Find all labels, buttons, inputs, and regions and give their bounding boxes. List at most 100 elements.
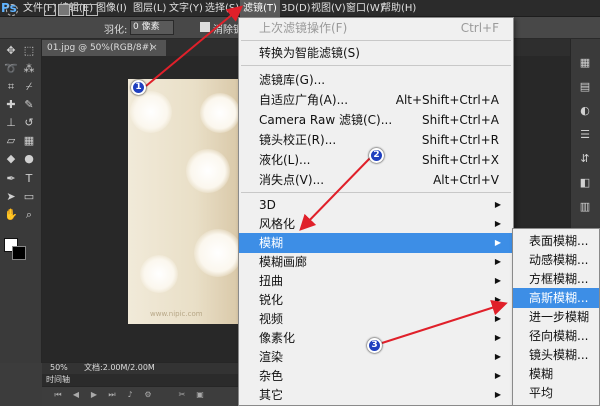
filter-menu-item-sharpen[interactable]: 锐化 ▶	[239, 290, 513, 310]
chevron-right-icon: ▶	[494, 276, 501, 285]
first-frame-icon[interactable]: ⏮	[52, 390, 64, 400]
add-selection-icon[interactable]	[58, 4, 70, 16]
blur-submenu-item-lens[interactable]: 镜头模糊...	[513, 345, 599, 365]
panel-color-icon[interactable]: ▦	[578, 56, 592, 70]
settings-icon[interactable]: ⚙	[142, 390, 154, 400]
menu-select[interactable]: 选择(S)	[205, 0, 239, 17]
pen-icon[interactable]: ✒	[4, 172, 18, 186]
history-brush-icon[interactable]: ↺	[22, 116, 36, 130]
eyedropper-icon[interactable]: ⌿	[22, 80, 36, 94]
timeline-label[interactable]: 时间轴	[46, 374, 70, 386]
eraser-icon[interactable]: ▱	[4, 134, 18, 148]
zoom-level[interactable]: 50%	[50, 362, 68, 374]
menu-filter[interactable]: 滤镜(T)	[240, 0, 280, 17]
feather-input[interactable]: 0 像素	[130, 20, 174, 35]
menu-view[interactable]: 视图(V)	[311, 0, 346, 17]
subtract-selection-icon[interactable]	[72, 4, 84, 16]
marquee-preset-icon[interactable]	[6, 4, 18, 16]
menu-layer[interactable]: 图层(L)	[133, 0, 166, 17]
blur-tool-icon[interactable]: ◆	[4, 152, 18, 166]
blur-submenu-item-motion[interactable]: 动感模糊...	[513, 250, 599, 270]
intersect-selection-icon[interactable]	[86, 4, 98, 16]
blur-submenu-item-gaussian[interactable]: 高斯模糊...	[513, 288, 599, 308]
chevron-right-icon: ▶	[494, 257, 501, 266]
gradient-icon[interactable]: ▦	[22, 134, 36, 148]
filter-menu-item-distort[interactable]: 扭曲 ▶	[239, 271, 513, 291]
menu-item-shortcut: Shift+Ctrl+R	[421, 133, 499, 147]
menu-item-label: 镜头校正(R)...	[259, 133, 337, 147]
panel-swatches-icon[interactable]: ▤	[578, 80, 592, 94]
shape-icon[interactable]: ▭	[22, 190, 36, 204]
bokeh-light	[130, 91, 172, 133]
chevron-right-icon: ▶	[494, 333, 501, 342]
menu-item-label: 转换为智能滤镜(S)	[259, 46, 360, 60]
filter-menu-item-adaptive-wide-angle[interactable]: 自适应广角(A)... Alt+Shift+Ctrl+A	[239, 90, 513, 110]
stamp-icon[interactable]: ⊥	[4, 116, 18, 130]
audio-icon[interactable]: ♪	[124, 390, 136, 400]
blur-submenu-item-average[interactable]: 平均	[513, 383, 599, 403]
filter-menu-item-vanishing-point[interactable]: 消失点(V)... Alt+Ctrl+V	[239, 170, 513, 190]
panel-styles-icon[interactable]: ☰	[578, 128, 592, 142]
filter-menu-item-blur[interactable]: 模糊 ▶	[239, 233, 513, 253]
move-icon[interactable]: ✥	[4, 44, 18, 58]
document-size: 文档:2.00M/2.00M	[84, 363, 155, 372]
crop-icon[interactable]: ⌗	[4, 80, 18, 94]
next-frame-icon[interactable]: ⏭	[106, 390, 118, 400]
brush-icon[interactable]: ✎	[22, 98, 36, 112]
transition-icon[interactable]: ▣	[194, 390, 206, 400]
document-tab[interactable]: 01.jpg @ 50%(RGB/8#)	[40, 40, 166, 56]
filter-menu-item-smart-filter[interactable]: 转换为智能滤镜(S)	[239, 43, 513, 63]
panel-adjust-icon[interactable]: ◐	[578, 104, 592, 118]
panel-history-icon[interactable]: ⇵	[578, 152, 592, 166]
zoom-icon[interactable]: ⌕	[22, 208, 36, 222]
filter-menu-item-camera-raw[interactable]: Camera Raw 滤镜(C)... Shift+Ctrl+A	[239, 110, 513, 130]
filter-menu-item-3d[interactable]: 3D ▶	[239, 195, 513, 215]
menu-item-label: 消失点(V)...	[259, 173, 325, 187]
menu-3d[interactable]: 3D(D)	[281, 0, 311, 17]
new-selection-icon[interactable]	[44, 4, 56, 16]
menu-item-shortcut: Shift+Ctrl+A	[422, 113, 499, 127]
menu-help[interactable]: 帮助(H)	[381, 0, 416, 17]
blur-submenu-item-blur[interactable]: 模糊	[513, 364, 599, 384]
scissors-icon[interactable]: ✂	[176, 390, 188, 400]
marquee-icon[interactable]: ⬚	[22, 44, 36, 58]
play-icon[interactable]: ▶	[88, 390, 100, 400]
blur-submenu: 表面模糊... 动感模糊... 方框模糊... 高斯模糊... 进一步模糊 径向…	[512, 228, 600, 406]
photo-canvas[interactable]	[128, 79, 240, 324]
menu-item-label: 其它	[259, 388, 284, 402]
filter-menu-item-video[interactable]: 视频 ▶	[239, 309, 513, 329]
prev-frame-icon[interactable]: ◀	[70, 390, 82, 400]
filter-menu-item-stylize[interactable]: 风格化 ▶	[239, 214, 513, 234]
panel-layers-icon[interactable]: ◧	[578, 176, 592, 190]
anti-alias-checkbox[interactable]	[200, 22, 210, 32]
text-icon[interactable]: T	[22, 172, 36, 186]
dodge-icon[interactable]: ●	[22, 152, 36, 166]
filter-menu-item-blur-gallery[interactable]: 模糊画廊 ▶	[239, 252, 513, 272]
blur-submenu-item-blur-more[interactable]: 进一步模糊	[513, 307, 599, 327]
close-icon[interactable]: ×	[150, 40, 158, 56]
hand-icon[interactable]: ✋	[4, 208, 18, 222]
menu-item-label: 扭曲	[259, 274, 284, 288]
filter-menu-item-noise[interactable]: 杂色 ▶	[239, 366, 513, 386]
background-color-swatch[interactable]	[12, 246, 26, 260]
heal-icon[interactable]: ✚	[4, 98, 18, 112]
blur-submenu-item-radial[interactable]: 径向模糊...	[513, 326, 599, 346]
blur-submenu-item-box[interactable]: 方框模糊...	[513, 269, 599, 289]
lasso-icon[interactable]: ➰	[4, 62, 18, 76]
path-select-icon[interactable]: ➤	[4, 190, 18, 204]
panel-channels-icon[interactable]: ▥	[578, 200, 592, 214]
filter-menu-item-last-filter[interactable]: 上次滤镜操作(F) Ctrl+F	[239, 18, 513, 38]
menu-type[interactable]: 文字(Y)	[169, 0, 203, 17]
menu-divider	[241, 40, 511, 41]
filter-menu-item-lens-correction[interactable]: 镜头校正(R)... Shift+Ctrl+R	[239, 130, 513, 150]
menu-item-shortcut: Alt+Ctrl+V	[433, 173, 499, 187]
bokeh-light	[200, 93, 240, 133]
menu-item-label: 3D	[259, 198, 276, 212]
filter-menu-item-filter-gallery[interactable]: 滤镜库(G)...	[239, 70, 513, 90]
filter-menu-item-other[interactable]: 其它 ▶	[239, 385, 513, 405]
menu-image[interactable]: 图像(I)	[96, 0, 127, 17]
menu-window[interactable]: 窗口(W)	[346, 0, 384, 17]
magic-wand-icon[interactable]: ⁂	[22, 62, 36, 76]
chevron-right-icon: ▶	[494, 238, 501, 247]
blur-submenu-item-surface[interactable]: 表面模糊...	[513, 231, 599, 251]
